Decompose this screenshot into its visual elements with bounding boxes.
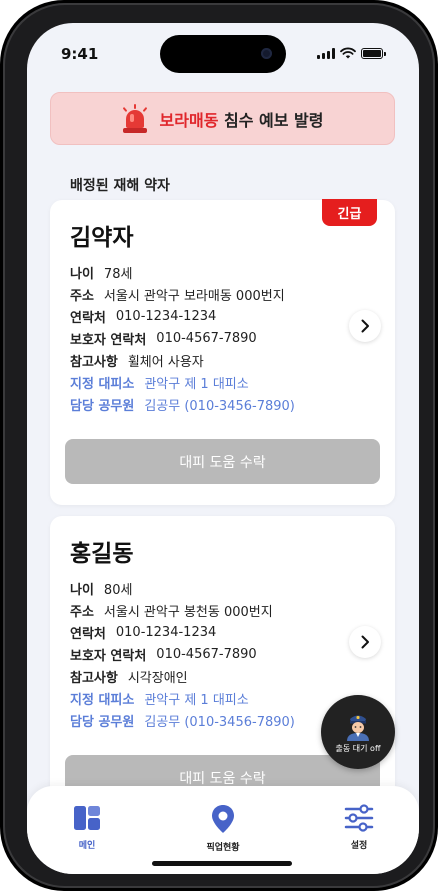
info-row-shelter: 지정 대피소 관악구 제 1 대피소 bbox=[70, 687, 295, 709]
accept-evacuation-help-button[interactable]: 대피 도움 수락 bbox=[65, 439, 380, 484]
person-name: 홍길동 bbox=[70, 541, 134, 567]
info-value: 010-1234-1234 bbox=[115, 308, 217, 324]
info-label: 보호자 연락처 bbox=[70, 332, 147, 348]
info-value: 010-4567-7890 bbox=[156, 330, 257, 346]
vulnerable-person-card[interactable]: 홍길동 나이 80세 주소 서울시 관악구 봉천동 000번지 연락처 010-123… bbox=[50, 516, 395, 821]
home-indicator bbox=[152, 861, 292, 866]
info-row-guardian-phone: 보호자 연락처 010-4567-7890 bbox=[70, 327, 295, 349]
info-value: 78세 bbox=[103, 266, 133, 282]
info-row-notes: 참고사항 휠체어 사용자 bbox=[70, 349, 295, 371]
person-info: 나이 78세 주소 서울시 관악구 보라매동 000번지 연락처 010-1234-1… bbox=[70, 261, 295, 415]
camera-icon bbox=[261, 48, 272, 59]
phone-bezel: 9:41 보라매동 침수 예보 발령 배정된 재해 약자 긴급 김약자 나이 7… bbox=[3, 3, 435, 888]
detail-chevron-button[interactable] bbox=[349, 310, 381, 342]
nav-item-pickup-status[interactable]: 픽업현황 bbox=[183, 804, 263, 853]
info-label: 지정 대피소 bbox=[70, 692, 135, 708]
info-value: 관악구 제 1 대피소 bbox=[144, 376, 249, 392]
detail-chevron-button[interactable] bbox=[349, 626, 381, 658]
status-icons bbox=[317, 47, 386, 59]
info-row-age: 나이 80세 bbox=[70, 577, 295, 599]
app-screen: 9:41 보라매동 침수 예보 발령 배정된 재해 약자 긴급 김약자 나이 7… bbox=[27, 23, 419, 874]
info-value: 휠체어 사용자 bbox=[127, 354, 204, 370]
info-row-address: 주소 서울시 관악구 봉천동 000번지 bbox=[70, 599, 295, 621]
phone-frame: 9:41 보라매동 침수 예보 발령 배정된 재해 약자 긴급 김약자 나이 7… bbox=[0, 0, 438, 891]
info-label: 주소 bbox=[70, 288, 94, 304]
info-value: 서울시 관악구 봉천동 000번지 bbox=[103, 604, 273, 620]
person-name: 김약자 bbox=[70, 225, 134, 251]
info-label: 연락처 bbox=[70, 626, 106, 642]
cellular-signal-icon bbox=[317, 47, 335, 59]
nav-label: 설정 bbox=[350, 841, 368, 851]
info-value: 관악구 제 1 대피소 bbox=[144, 692, 249, 708]
chevron-right-icon bbox=[361, 635, 369, 649]
vulnerable-person-card[interactable]: 긴급 김약자 나이 78세 주소 서울시 관악구 보라매동 000번지 연락처 010… bbox=[50, 199, 395, 505]
nav-item-main[interactable]: 메인 bbox=[47, 804, 127, 851]
info-row-officer: 담당 공무원 김공무 (010-3456-7890) bbox=[70, 709, 295, 731]
urgent-badge: 긴급 bbox=[322, 199, 377, 226]
info-label: 나이 bbox=[70, 266, 94, 282]
info-row-shelter: 지정 대피소 관악구 제 1 대피소 bbox=[70, 371, 295, 393]
alert-message: 침수 예보 발령 bbox=[218, 110, 324, 130]
map-pin-icon bbox=[212, 805, 234, 833]
dispatch-standby-toggle[interactable]: 출동 대기 off bbox=[321, 695, 395, 769]
info-value: 김공무 (010-3456-7890) bbox=[144, 714, 295, 730]
info-row-officer: 담당 공무원 김공무 (010-3456-7890) bbox=[70, 393, 295, 415]
siren-icon bbox=[122, 103, 148, 134]
info-value: 시각장애인 bbox=[127, 670, 188, 686]
info-row-address: 주소 서울시 관악구 보라매동 000번지 bbox=[70, 283, 295, 305]
info-label: 주소 bbox=[70, 604, 94, 620]
info-label: 담당 공무원 bbox=[70, 398, 135, 414]
info-label: 담당 공무원 bbox=[70, 714, 135, 730]
sliders-icon bbox=[344, 804, 374, 832]
info-label: 지정 대피소 bbox=[70, 376, 135, 392]
chevron-right-icon bbox=[361, 319, 369, 333]
info-value: 김공무 (010-3456-7890) bbox=[144, 398, 295, 414]
info-label: 참고사항 bbox=[70, 354, 118, 370]
section-title: 배정된 재해 약자 bbox=[70, 178, 170, 194]
info-row-notes: 참고사항 시각장애인 bbox=[70, 665, 295, 687]
info-label: 보호자 연락처 bbox=[70, 648, 147, 664]
battery-icon bbox=[361, 47, 386, 59]
info-label: 참고사항 bbox=[70, 670, 118, 686]
info-row-phone: 연락처 010-1234-1234 bbox=[70, 621, 295, 643]
status-time: 9:41 bbox=[61, 45, 99, 63]
person-info: 나이 80세 주소 서울시 관악구 봉천동 000번지 연락처 010-1234-12… bbox=[70, 577, 295, 731]
dashboard-icon bbox=[74, 806, 100, 830]
info-row-guardian-phone: 보호자 연락처 010-4567-7890 bbox=[70, 643, 295, 665]
nav-label: 픽업현황 bbox=[206, 843, 240, 853]
dynamic-island bbox=[160, 35, 286, 73]
info-row-phone: 연락처 010-1234-1234 bbox=[70, 305, 295, 327]
info-value: 서울시 관악구 보라매동 000번지 bbox=[103, 288, 285, 304]
info-value: 010-1234-1234 bbox=[115, 624, 217, 640]
flood-alert-banner[interactable]: 보라매동 침수 예보 발령 bbox=[50, 92, 395, 145]
alert-district: 보라매동 bbox=[159, 110, 219, 130]
info-value: 80세 bbox=[103, 582, 133, 598]
nav-item-settings[interactable]: 설정 bbox=[319, 804, 399, 851]
info-value: 010-4567-7890 bbox=[156, 646, 257, 662]
police-officer-icon bbox=[347, 715, 369, 741]
dispatch-standby-label: 출동 대기 off bbox=[335, 743, 381, 753]
info-row-age: 나이 78세 bbox=[70, 261, 295, 283]
info-label: 연락처 bbox=[70, 310, 106, 326]
nav-label: 메인 bbox=[78, 841, 96, 851]
info-label: 나이 bbox=[70, 582, 94, 598]
alert-text: 보라매동 침수 예보 발령 bbox=[160, 107, 324, 131]
wifi-icon bbox=[340, 47, 356, 59]
